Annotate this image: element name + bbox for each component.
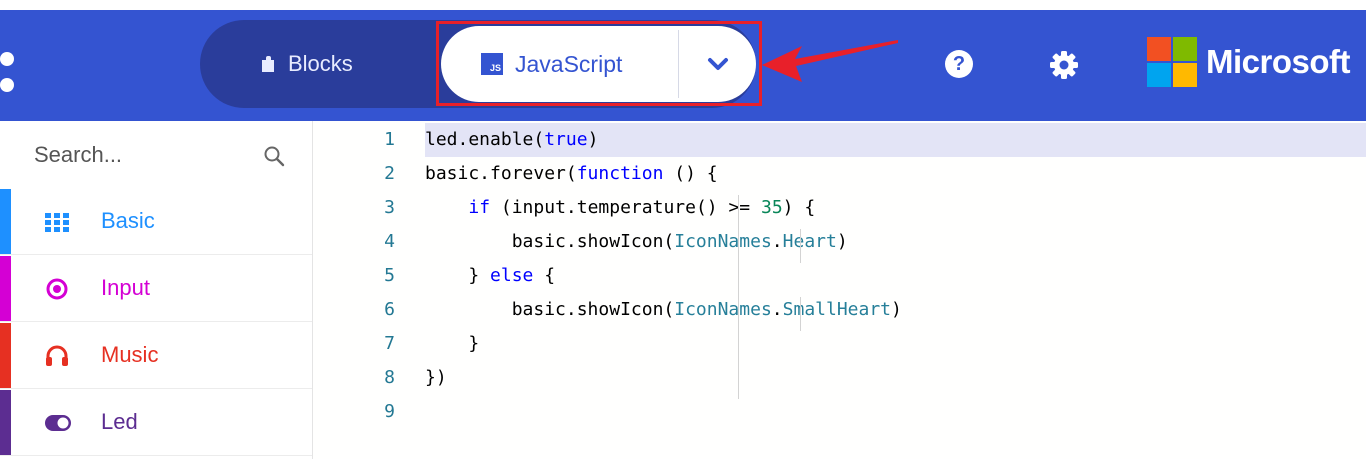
indent-guide — [800, 229, 801, 263]
category-label: Music — [101, 342, 159, 367]
code-token: SmallHeart — [782, 299, 892, 320]
code-token: Heart — [782, 231, 837, 252]
line-number: 9 — [384, 401, 395, 422]
code-token: IconNames — [674, 231, 772, 252]
category-input[interactable]: Input — [0, 256, 312, 322]
search-icon[interactable] — [263, 145, 285, 167]
code-token: true — [544, 129, 588, 150]
category-basic[interactable]: Basic — [0, 189, 312, 255]
blocks-button[interactable]: Blocks — [262, 40, 353, 88]
code-text: } — [425, 327, 479, 361]
code-token: ) — [836, 231, 848, 252]
line-number: 5 — [384, 265, 395, 286]
gear-icon[interactable] — [1049, 50, 1079, 80]
code-text: led.enable(true) — [425, 123, 598, 157]
code-line[interactable]: 9 — [313, 395, 1366, 429]
category-label: Led — [101, 409, 138, 434]
code-line[interactable]: 3 if (input.temperature() >= 35) { — [313, 191, 1366, 225]
annotation-arrow-icon — [762, 40, 898, 82]
puzzle-icon — [262, 56, 276, 72]
line-number: 8 — [384, 367, 395, 388]
code-token: else — [490, 265, 534, 286]
category-music[interactable]: Music — [0, 323, 312, 389]
code-token: }) — [425, 367, 447, 388]
code-token: if — [468, 197, 491, 218]
code-token: } — [425, 333, 480, 354]
code-token: ) — [891, 299, 902, 320]
code-token: . — [771, 299, 783, 320]
microsoft-logo[interactable]: Microsoft — [1147, 37, 1351, 87]
code-token: () { — [663, 163, 718, 184]
code-token: basic.forever( — [425, 163, 577, 184]
category-stripe — [0, 323, 11, 388]
indent-guide — [800, 297, 801, 331]
radio-target-icon — [46, 278, 68, 300]
code-token: . — [771, 231, 783, 252]
category-stripe — [0, 189, 11, 254]
code-token: IconNames — [674, 299, 772, 320]
javascript-label: JavaScript — [515, 50, 623, 77]
search-input[interactable] — [34, 137, 254, 173]
line-number: 7 — [384, 333, 395, 354]
code-text: if (input.temperature() >= 35) { — [425, 191, 815, 225]
code-line[interactable]: 2 basic.forever(function () { — [313, 157, 1366, 191]
line-number: 2 — [384, 163, 395, 184]
code-line[interactable]: 6 basic.showIcon(IconNames.SmallHeart) — [313, 293, 1366, 327]
menu-dots-icon[interactable] — [0, 48, 20, 98]
code-line[interactable]: 8}) — [313, 361, 1366, 395]
category-label: Input — [101, 275, 150, 300]
grid-icon — [45, 213, 69, 232]
code-text: } else { — [425, 259, 555, 293]
toggle-icon — [45, 415, 71, 431]
language-dropdown-button[interactable] — [679, 26, 756, 102]
code-text: basic.showIcon(IconNames.SmallHeart) — [425, 293, 902, 327]
code-token: ) { — [782, 197, 816, 218]
microsoft-logo-text: Microsoft — [1206, 43, 1351, 80]
code-token: basic.showIcon( — [425, 231, 675, 252]
code-text: }) — [425, 361, 447, 395]
code-line[interactable]: 5 } else { — [313, 259, 1366, 293]
code-token: (input.temperature() >= — [490, 197, 761, 218]
blocks-label: Blocks — [288, 51, 353, 76]
js-icon: JS — [481, 53, 503, 75]
category-label: Basic — [101, 208, 155, 233]
code-token: function — [576, 163, 664, 184]
code-token: ) — [587, 129, 599, 150]
code-token: { — [533, 265, 556, 286]
headphones-icon — [46, 345, 68, 366]
code-line[interactable]: 7 } — [313, 327, 1366, 361]
code-line[interactable]: 4 basic.showIcon(IconNames.Heart) — [313, 225, 1366, 259]
toolbox-search — [0, 121, 312, 189]
code-token: led.enable( — [425, 129, 545, 150]
code-text: basic.showIcon(IconNames.Heart) — [425, 225, 848, 259]
code-token: basic.showIcon( — [425, 299, 675, 320]
category-stripe — [0, 390, 11, 455]
javascript-tab[interactable]: JS JavaScript — [481, 26, 622, 102]
category-led[interactable]: Led — [0, 390, 312, 456]
line-number: 4 — [384, 231, 395, 252]
line-number: 1 — [384, 129, 395, 150]
line-number: 6 — [384, 299, 395, 320]
code-token: } — [425, 265, 491, 286]
code-token: 35 — [760, 197, 783, 218]
indent-guide — [738, 195, 739, 399]
code-text: basic.forever(function () { — [425, 157, 718, 191]
toolbox-sidebar: Basic Input Music Led — [0, 121, 313, 459]
line-number: 3 — [384, 197, 395, 218]
code-editor[interactable]: 1 led.enable(true) 2 basic.forever(function… — [313, 121, 1366, 459]
microsoft-logo-icon — [1147, 37, 1197, 87]
help-icon[interactable]: ? — [945, 50, 973, 78]
chevron-down-icon — [707, 58, 728, 70]
javascript-button[interactable]: JS JavaScript — [441, 26, 756, 102]
code-line[interactable]: 1 led.enable(true) — [384, 123, 1366, 157]
category-stripe — [0, 256, 11, 321]
